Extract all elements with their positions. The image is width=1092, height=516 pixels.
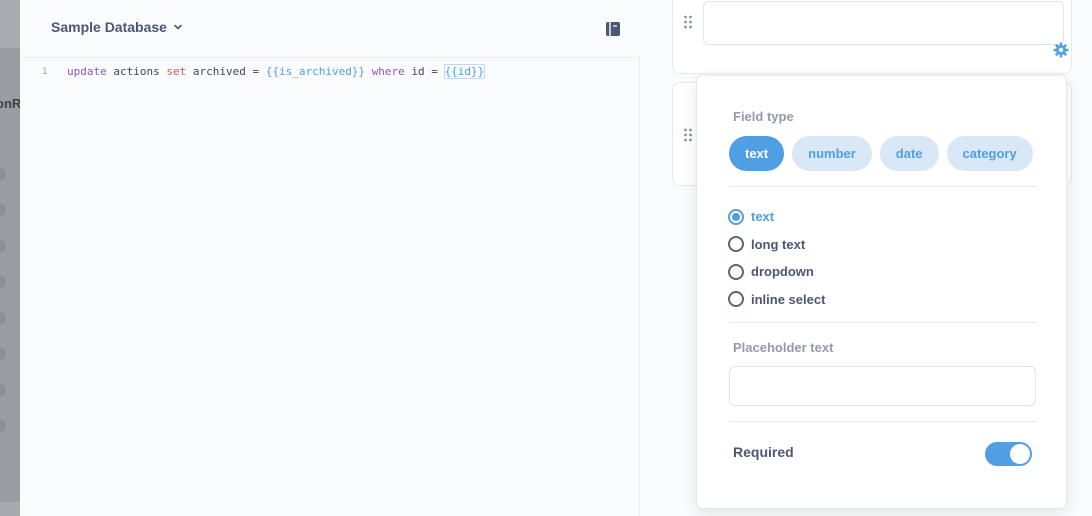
background-text: onR <box>0 96 20 111</box>
input-type-label: text <box>751 209 775 225</box>
radio-unchecked-icon[interactable] <box>728 236 744 253</box>
sql-text: id = <box>404 65 445 78</box>
gear-icon[interactable] <box>1053 42 1069 58</box>
parameter-name-input[interactable] <box>703 1 1064 45</box>
placeholder-text-input[interactable] <box>729 366 1036 406</box>
input-type-label: inline select <box>751 291 826 307</box>
field-type-number-button[interactable]: number <box>792 136 872 171</box>
background-page-overlay: onR <box>0 0 20 516</box>
background-footer <box>0 502 20 516</box>
sql-code[interactable]: update actions set archived = {{is_archi… <box>67 63 486 81</box>
drag-handle-icon[interactable] <box>683 15 693 29</box>
input-type-radio-group: text long text dropdown inline select <box>728 203 825 313</box>
background-list-dot <box>0 348 6 360</box>
input-type-option-inline-select[interactable]: inline select <box>728 286 825 314</box>
field-type-category-button[interactable]: category <box>946 136 1033 171</box>
editor-header: Sample Database <box>20 0 640 58</box>
divider <box>729 186 1036 187</box>
data-reference-icon[interactable] <box>604 20 622 38</box>
sql-text: archived = <box>186 65 266 78</box>
sql-keyword: set <box>166 65 187 78</box>
required-label: Required <box>733 444 794 460</box>
database-name: Sample Database <box>51 19 167 35</box>
sql-keyword: where <box>371 65 405 78</box>
input-type-label: long text <box>751 236 806 252</box>
background-list-dot <box>0 420 6 432</box>
chevron-down-icon <box>174 24 182 30</box>
input-type-option-dropdown[interactable]: dropdown <box>728 258 825 286</box>
radio-unchecked-icon[interactable] <box>728 263 744 280</box>
toggle-knob <box>1010 444 1030 464</box>
background-list-dot <box>0 384 6 396</box>
background-list-dot <box>0 276 6 288</box>
sql-line[interactable]: 1 update actions set archived = {{is_arc… <box>20 63 640 81</box>
background-list-dot <box>0 240 6 252</box>
required-toggle[interactable] <box>985 442 1032 466</box>
background-header <box>0 0 20 48</box>
input-type-option-long-text[interactable]: long text <box>728 231 825 259</box>
parameter-card <box>672 0 1072 74</box>
input-type-option-text[interactable]: text <box>728 203 825 231</box>
placeholder-text-label: Placeholder text <box>733 340 834 355</box>
field-settings-popover: Field type text number date category tex… <box>696 75 1067 509</box>
line-number: 1 <box>42 67 48 77</box>
field-type-text-button[interactable]: text <box>729 136 785 171</box>
field-type-date-button[interactable]: date <box>879 136 939 171</box>
divider <box>729 421 1036 422</box>
query-editor: Sample Database 1 update actions set arc… <box>20 0 640 516</box>
sql-variable: {{is_archived}} <box>265 65 366 78</box>
sql-variable: {{id}} <box>443 64 486 79</box>
drag-handle-icon[interactable] <box>683 128 693 142</box>
sql-keyword: update <box>67 65 107 78</box>
background-list-dot <box>0 204 6 216</box>
input-type-label: dropdown <box>751 264 814 280</box>
background-list-dot <box>0 168 6 180</box>
radio-checked-icon[interactable] <box>728 208 744 225</box>
database-picker[interactable]: Sample Database <box>51 19 183 35</box>
divider <box>729 322 1036 323</box>
background-list-dot <box>0 312 6 324</box>
field-type-selector: text number date category <box>729 136 1033 171</box>
radio-unchecked-icon[interactable] <box>728 291 744 308</box>
field-type-label: Field type <box>733 109 794 124</box>
sql-text: actions <box>106 65 167 78</box>
